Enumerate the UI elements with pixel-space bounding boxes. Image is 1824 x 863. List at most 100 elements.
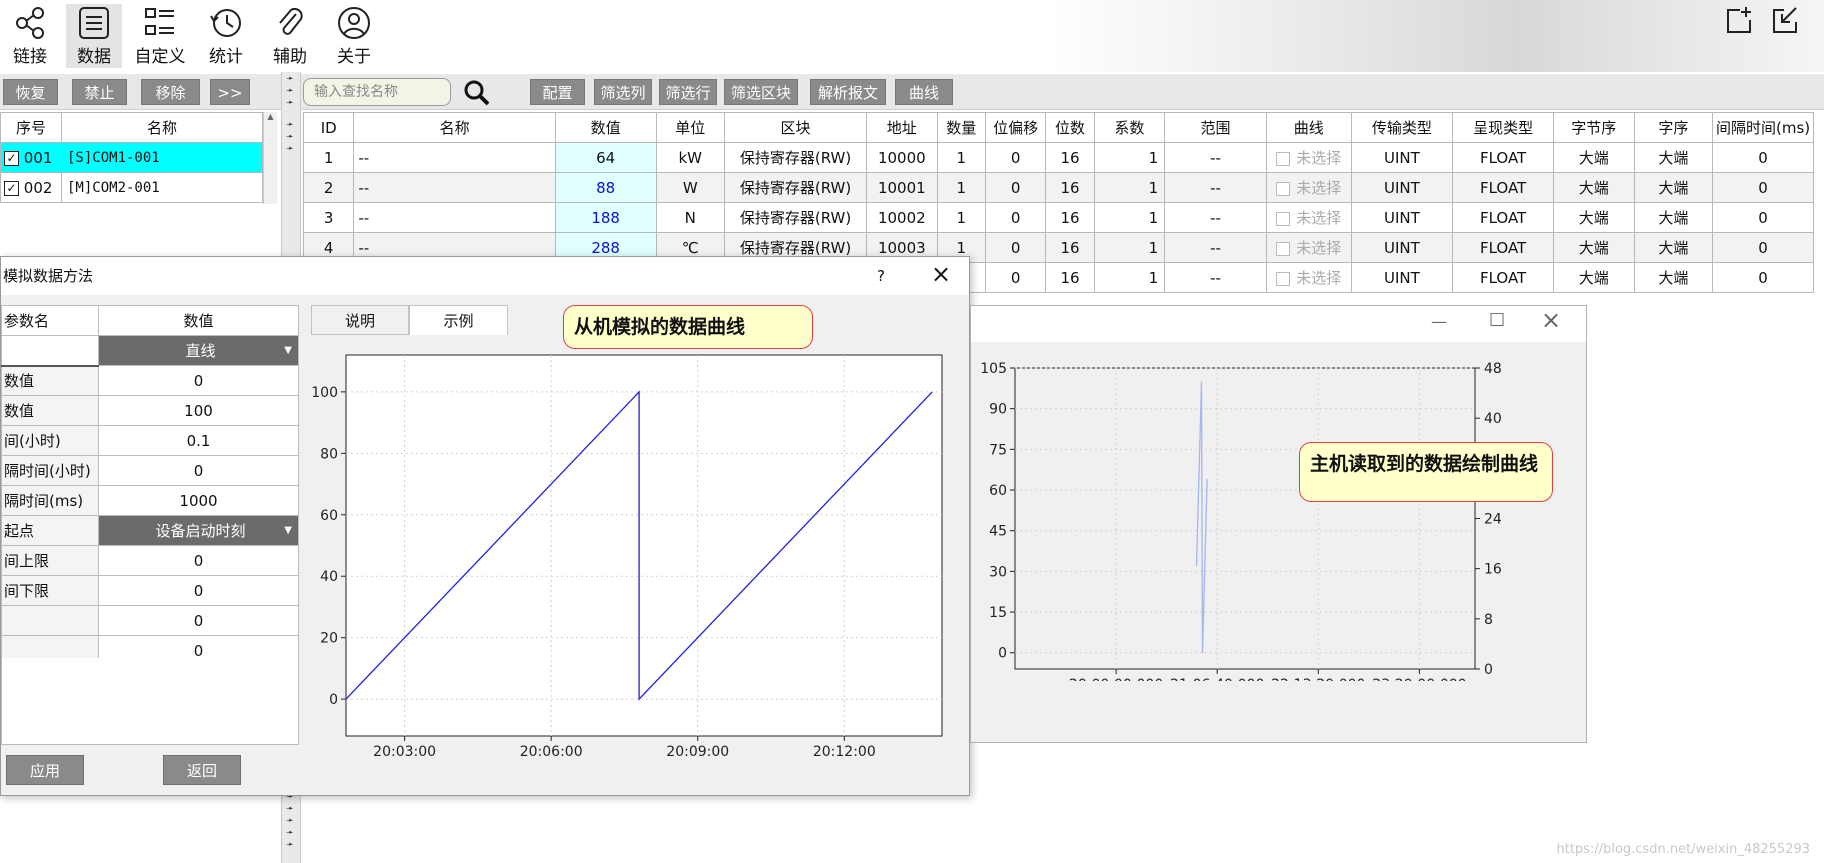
device-name[interactable]: [S]COM1-001 <box>61 142 263 173</box>
parse-message-button[interactable]: 解析报文 <box>810 79 886 105</box>
config-button[interactable]: 配置 <box>530 79 585 105</box>
col-header-word-order[interactable]: 字序 <box>1633 112 1714 143</box>
param-combo[interactable]: 设备启动时刻 ▼ <box>98 515 299 546</box>
device-checkbox[interactable]: ✓ <box>4 150 19 166</box>
col-header-byte-order[interactable]: 字节序 <box>1552 112 1635 143</box>
cell-interval[interactable]: 0 <box>1712 262 1814 293</box>
close-button[interactable]: × <box>931 255 951 293</box>
cell-block[interactable]: 保持寄存器(RW) <box>724 172 868 203</box>
col-header-value[interactable]: 数值 <box>554 112 657 143</box>
cell-bit-offset[interactable]: 0 <box>984 142 1047 173</box>
cell-transfer-type[interactable]: UINT <box>1350 142 1454 173</box>
cell-count[interactable]: 1 <box>936 142 986 173</box>
cell-address[interactable]: 10000 <box>866 142 938 173</box>
nav-data-button[interactable]: 数据 <box>66 4 122 68</box>
back-button[interactable]: 返回 <box>163 755 241 785</box>
param-value[interactable]: 0 <box>98 365 299 396</box>
search-input[interactable] <box>303 78 451 106</box>
cell-transfer-type[interactable]: UINT <box>1350 202 1454 233</box>
cell-bits[interactable]: 16 <box>1045 142 1095 173</box>
param-row[interactable]: 数值 100 <box>1 395 299 426</box>
param-row[interactable]: 间下限 0 <box>1 575 299 606</box>
param-value[interactable]: 0 <box>98 575 299 606</box>
col-header-display-type[interactable]: 呈现类型 <box>1452 112 1554 143</box>
cell-value[interactable]: 64 <box>554 142 657 173</box>
cell-range[interactable]: -- <box>1164 142 1267 173</box>
cell-count[interactable]: 1 <box>936 172 986 203</box>
cell-transfer-type[interactable]: UINT <box>1350 262 1454 293</box>
cell-interval[interactable]: 0 <box>1712 202 1814 233</box>
cell-unit[interactable]: N <box>655 202 726 233</box>
param-value[interactable]: 0.1 <box>98 425 299 456</box>
curve-checkbox[interactable] <box>1276 181 1291 196</box>
cell-byte-order[interactable]: 大端 <box>1552 262 1635 293</box>
help-button[interactable]: ? <box>877 257 885 295</box>
cell-byte-order[interactable]: 大端 <box>1552 202 1635 233</box>
param-value[interactable]: 1000 <box>98 485 299 516</box>
device-name[interactable]: [M]COM2-001 <box>61 172 263 203</box>
apply-button[interactable]: 应用 <box>6 755 84 785</box>
nav-assist-button[interactable]: 辅助 <box>262 4 318 68</box>
splitter-handle-top[interactable]: ➛ ➛ ➛ <box>281 72 301 112</box>
param-row[interactable]: 隔时间(ms) 1000 <box>1 485 299 516</box>
cell-value[interactable]: 188 <box>554 202 657 233</box>
restore-button[interactable]: 恢复 <box>3 79 58 105</box>
col-header-unit[interactable]: 单位 <box>655 112 726 143</box>
param-value[interactable]: 100 <box>98 395 299 426</box>
col-header-curve[interactable]: 曲线 <box>1265 112 1352 143</box>
cell-block[interactable]: 保持寄存器(RW) <box>724 142 868 173</box>
cell-curve[interactable]: 未选择 <box>1265 232 1352 263</box>
cell-id[interactable]: 2 <box>302 172 355 203</box>
new-window-button[interactable] <box>1722 4 1756 38</box>
col-header-bits[interactable]: 位数 <box>1045 112 1095 143</box>
param-row[interactable]: 隔时间(小时) 0 <box>1 455 299 486</box>
cell-range[interactable]: -- <box>1164 232 1267 263</box>
filter-block-button[interactable]: 筛选区块 <box>724 79 798 105</box>
more-button[interactable]: >> <box>210 79 250 105</box>
curve-button[interactable]: 曲线 <box>895 79 953 105</box>
cell-name[interactable]: -- <box>353 172 556 203</box>
col-header-bit-offset[interactable]: 位偏移 <box>984 112 1047 143</box>
param-row[interactable]: 起点 设备启动时刻 ▼ <box>1 515 299 546</box>
cell-curve[interactable]: 未选择 <box>1265 262 1352 293</box>
param-value[interactable]: 0 <box>98 605 299 636</box>
cell-byte-order[interactable]: 大端 <box>1552 232 1635 263</box>
cell-curve[interactable]: 未选择 <box>1265 172 1352 203</box>
cell-display-type[interactable]: FLOAT <box>1452 142 1554 173</box>
cell-byte-order[interactable]: 大端 <box>1552 142 1635 173</box>
cell-display-type[interactable]: FLOAT <box>1452 172 1554 203</box>
filter-row-button[interactable]: 筛选行 <box>659 79 717 105</box>
table-row[interactable]: 2 -- 88 W 保持寄存器(RW) 10001 1 0 16 1 -- 未选择 UINT FLOAT 大… <box>302 172 1814 203</box>
cell-bit-offset[interactable]: 0 <box>984 202 1047 233</box>
col-header-count[interactable]: 数量 <box>936 112 986 143</box>
device-checkbox[interactable]: ✓ <box>4 180 19 196</box>
cell-bits[interactable]: 16 <box>1045 232 1095 263</box>
cell-bits[interactable]: 16 <box>1045 262 1095 293</box>
cell-word-order[interactable]: 大端 <box>1633 232 1714 263</box>
cell-curve[interactable]: 未选择 <box>1265 202 1352 233</box>
curve-checkbox[interactable] <box>1276 151 1291 166</box>
remove-button[interactable]: 移除 <box>141 79 200 105</box>
cell-name[interactable]: -- <box>353 202 556 233</box>
disable-button[interactable]: 禁止 <box>72 79 127 105</box>
cell-factor[interactable]: 1 <box>1093 172 1166 203</box>
cell-bit-offset[interactable]: 0 <box>984 262 1047 293</box>
col-header-name[interactable]: 名称 <box>353 112 556 143</box>
col-header-interval[interactable]: 间隔时间(ms) <box>1712 112 1814 143</box>
cell-name[interactable]: -- <box>353 142 556 173</box>
cell-factor[interactable]: 1 <box>1093 202 1166 233</box>
minimize-button[interactable]: — <box>1431 312 1447 331</box>
table-row[interactable]: 3 -- 188 N 保持寄存器(RW) 10002 1 0 16 1 -- 未选择 UINT FLOAT… <box>302 202 1814 233</box>
cell-value[interactable]: 88 <box>554 172 657 203</box>
cell-id[interactable]: 3 <box>302 202 355 233</box>
curve-checkbox[interactable] <box>1276 241 1291 256</box>
curve-checkbox[interactable] <box>1276 211 1291 226</box>
cell-id[interactable]: 1 <box>302 142 355 173</box>
cell-display-type[interactable]: FLOAT <box>1452 262 1554 293</box>
cell-address[interactable]: 10001 <box>866 172 938 203</box>
filter-column-button[interactable]: 筛选列 <box>594 79 652 105</box>
col-header-block[interactable]: 区块 <box>724 112 868 143</box>
cell-factor[interactable]: 1 <box>1093 232 1166 263</box>
col-header-factor[interactable]: 系数 <box>1093 112 1166 143</box>
maximize-button[interactable]: ☐ <box>1489 310 1505 331</box>
